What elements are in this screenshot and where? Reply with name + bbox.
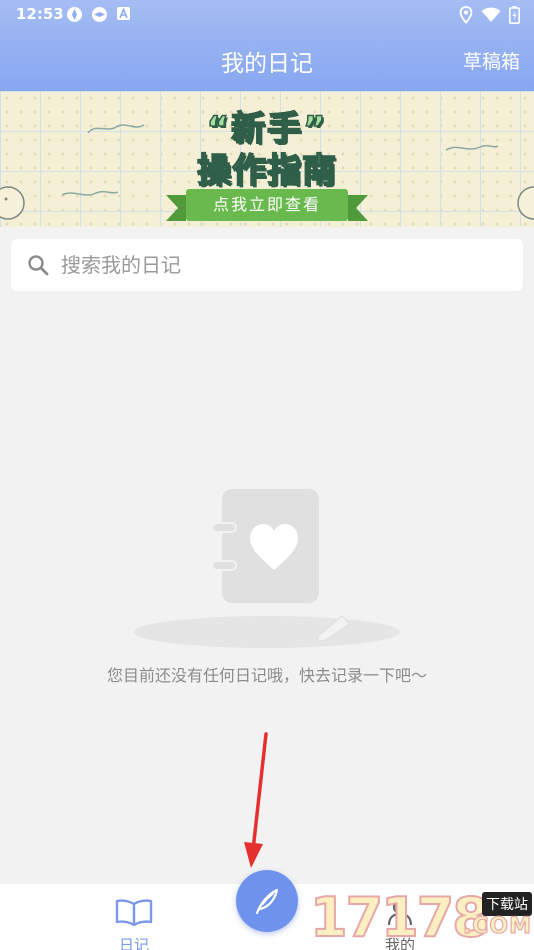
write-diary-button[interactable] [236, 870, 298, 932]
quill-pen-icon [255, 888, 279, 915]
aperture-icon [91, 6, 108, 23]
red-arrow-annotation [244, 732, 268, 868]
status-system-icons [459, 6, 520, 24]
nav-item-diary-label: 日记 [118, 936, 149, 950]
banner-cta-ribbon[interactable]: 点我立即查看 [166, 189, 368, 221]
status-time: 12:53 [16, 5, 64, 23]
drafts-button[interactable]: 草稿箱 [463, 47, 520, 74]
site-watermark-logo: 17178 下载站 .COM [308, 884, 534, 950]
nav-item-diary[interactable]: 日记 [94, 884, 174, 950]
search-input[interactable] [61, 247, 501, 283]
empty-diary-illustration [134, 489, 400, 648]
search-bar[interactable] [11, 239, 523, 291]
guide-banner[interactable]: “新手” 操作指南 点我立即查看 [0, 91, 534, 227]
watermark-number: 17178 [309, 885, 491, 950]
empty-state-message: 您目前还没有任何日记哦，快去记录一下吧～ [106, 666, 427, 685]
banner-title-line2: 操作指南 [196, 150, 337, 192]
watermark-tag: 下载站 [482, 892, 532, 916]
location-icon [459, 6, 473, 24]
status-notification-icons [66, 6, 133, 23]
book-icon [115, 899, 153, 926]
watermark-suffix: .COM [462, 913, 532, 939]
app-header: 12:53 我的日记 草稿箱 [0, 0, 534, 91]
aperture-icon [66, 6, 83, 23]
status-bar: 12:53 [0, 0, 534, 30]
battery-icon [509, 6, 520, 24]
font-a-icon [116, 6, 133, 23]
wifi-icon [481, 7, 501, 22]
page-title: 我的日记 [221, 51, 313, 77]
search-icon [28, 255, 49, 276]
